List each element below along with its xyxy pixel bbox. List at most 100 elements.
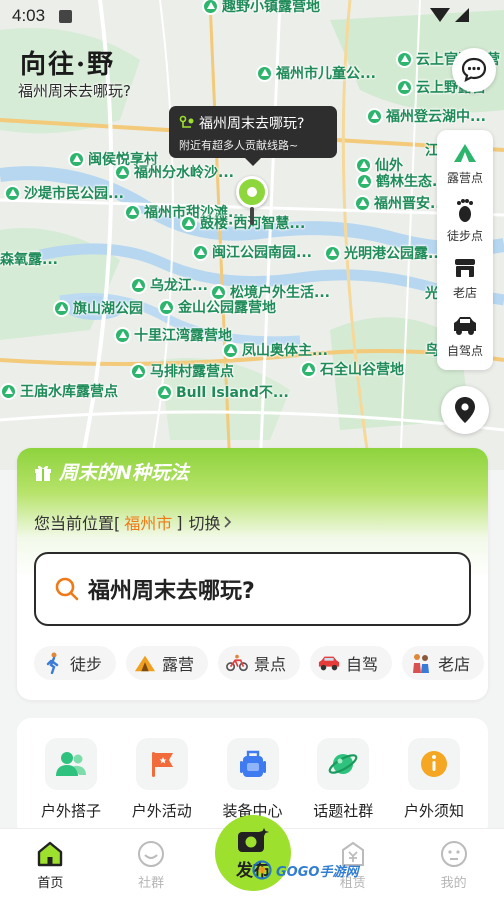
chat-bubble-icon	[461, 57, 487, 83]
status-bar: 4:03	[0, 0, 504, 32]
tool-camping[interactable]: 露营点	[437, 140, 493, 198]
camp-pin-icon	[396, 50, 413, 68]
map-poi[interactable]: 马排村露营点	[130, 361, 234, 381]
camp-pin-icon	[256, 64, 273, 82]
map-poi[interactable]: 旗山湖公园	[53, 298, 143, 318]
status-time: 4:03	[12, 6, 46, 25]
map-poi[interactable]: 金山公园露营地	[158, 297, 276, 317]
camp-pin-icon	[114, 326, 131, 344]
map-poi[interactable]: 凤山奥体主...	[222, 340, 328, 360]
message-button[interactable]	[452, 48, 496, 92]
tool-hiking[interactable]: 徒步点	[437, 198, 493, 256]
map-poi[interactable]: 王庙水库露营点	[0, 381, 118, 401]
car-icon	[318, 652, 340, 674]
page-subtitle: 福州周末去哪玩?	[18, 82, 131, 100]
flag-icon	[135, 738, 188, 790]
camp-pin-icon	[4, 184, 21, 202]
current-city: 福州市	[124, 514, 173, 533]
camp-pin-icon	[300, 360, 317, 378]
map-poi[interactable]: 光明港公园露...	[324, 243, 444, 263]
switch-city-button[interactable]: 切换	[189, 510, 233, 534]
signal-icon	[455, 8, 469, 22]
watermark: GOGO手游网	[252, 860, 358, 880]
chip-camping[interactable]: 露营	[126, 646, 209, 680]
camp-pin-icon	[324, 244, 341, 262]
home-icon	[35, 839, 65, 869]
info-icon	[408, 738, 460, 790]
search-text: 福州周末去哪玩?	[88, 579, 255, 604]
map-poi[interactable]: 福州晋安...	[354, 193, 446, 213]
bike-icon	[226, 652, 248, 674]
service-outdoor-activity[interactable]: 户外活动	[118, 738, 206, 838]
route-tooltip[interactable]: 福州周末去哪玩? 附近有超多人贡献线路~	[169, 106, 337, 166]
gift-icon	[35, 465, 51, 481]
notification-icon	[59, 9, 73, 23]
panel-title: 周末的N种玩法	[59, 462, 189, 484]
chip-hiking[interactable]: 徒步	[34, 646, 117, 680]
location-pin-icon	[455, 397, 475, 423]
app-logo: 向往·野	[20, 50, 116, 80]
people-icon	[410, 652, 432, 674]
tab-home[interactable]: 首页	[10, 839, 90, 897]
service-topic-community[interactable]: 话题社群	[299, 738, 387, 838]
car-icon	[452, 313, 478, 339]
camp-pin-icon	[130, 276, 147, 294]
search-icon	[55, 577, 79, 601]
tool-self-drive[interactable]: 自驾点	[437, 313, 493, 371]
camp-pin-icon	[192, 243, 209, 261]
tooltip-desc: 附近有超多人贡献线路~	[179, 139, 299, 152]
tent-icon	[134, 652, 156, 674]
current-location-pin-icon[interactable]	[236, 176, 268, 208]
profile-icon	[439, 839, 469, 869]
tab-profile[interactable]: 我的	[414, 839, 494, 897]
map-poi[interactable]: 石全山谷营地	[300, 359, 404, 379]
camp-pin-icon	[114, 163, 131, 181]
camp-pin-icon	[222, 341, 239, 359]
camp-pin-icon	[130, 362, 147, 380]
category-chips: 徒步 露营 景点 自驾 老店	[34, 646, 488, 682]
camp-pin-icon	[156, 383, 173, 401]
shop-icon	[452, 255, 478, 281]
camp-pin-icon	[396, 78, 413, 96]
tab-community[interactable]: 社群	[111, 839, 191, 897]
map-poi[interactable]: 乌龙江...	[130, 275, 208, 295]
location-row: 您当前位置[ 福州市 ] 切换	[34, 510, 233, 534]
chip-self-drive[interactable]: 自驾	[310, 646, 393, 680]
map-poi[interactable]: 沙堤市民公园...	[4, 183, 124, 203]
camp-pin-icon	[180, 214, 197, 232]
camp-pin-icon	[158, 298, 175, 316]
map-poi[interactable]: 十里江湾露营地	[114, 325, 232, 345]
map-poi[interactable]: 福州市儿童公...	[256, 63, 376, 83]
hiker-icon	[42, 652, 64, 674]
map-poi[interactable]: 福州登云湖中...	[366, 106, 486, 126]
smile-icon	[136, 839, 166, 869]
tool-old-shop[interactable]: 老店	[437, 255, 493, 313]
map-poi[interactable]: 鼓楼·西河智慧...	[180, 213, 305, 233]
map-poi[interactable]: Bull Island不...	[156, 382, 289, 402]
planet-icon	[317, 738, 370, 790]
watermark-logo-icon	[252, 860, 272, 880]
chip-scenic[interactable]: 景点	[218, 646, 301, 680]
map-poi[interactable]: 森氧露...	[0, 249, 58, 269]
map-poi[interactable]: 福州分水岭沙...	[114, 162, 234, 182]
service-outdoor-partner[interactable]: 户外搭子	[27, 738, 115, 838]
route-icon	[179, 115, 194, 128]
map-filter-toolbar: 露营点 徒步点 老店 自驾点	[437, 130, 493, 370]
locate-button[interactable]	[441, 386, 489, 434]
camp-pin-icon	[124, 203, 141, 221]
camp-pin-icon	[68, 150, 85, 168]
map-poi[interactable]: 鹤林生态...	[356, 171, 448, 191]
service-outdoor-notice[interactable]: 户外须知	[390, 738, 478, 838]
weekend-panel: 周末的N种玩法 您当前位置[ 福州市 ] 切换 福州周末去哪玩? 徒步 露营 景…	[17, 448, 488, 700]
map-poi[interactable]: 闽江公园南园...	[192, 242, 312, 262]
camp-pin-icon	[354, 194, 371, 212]
wifi-icon	[430, 8, 450, 22]
camera-icon	[238, 827, 269, 852]
camp-pin-icon	[53, 299, 70, 317]
tent-icon	[452, 140, 478, 166]
chevron-right-icon	[223, 516, 231, 528]
search-box[interactable]: 福州周末去哪玩?	[34, 552, 471, 626]
map-view[interactable]: 趣野小镇露营地 福州市儿童公... 云上官洞露营 云上野露营 福州登云湖中...…	[0, 0, 504, 470]
footprint-icon	[452, 198, 478, 224]
chip-old-shop[interactable]: 老店	[402, 646, 485, 680]
